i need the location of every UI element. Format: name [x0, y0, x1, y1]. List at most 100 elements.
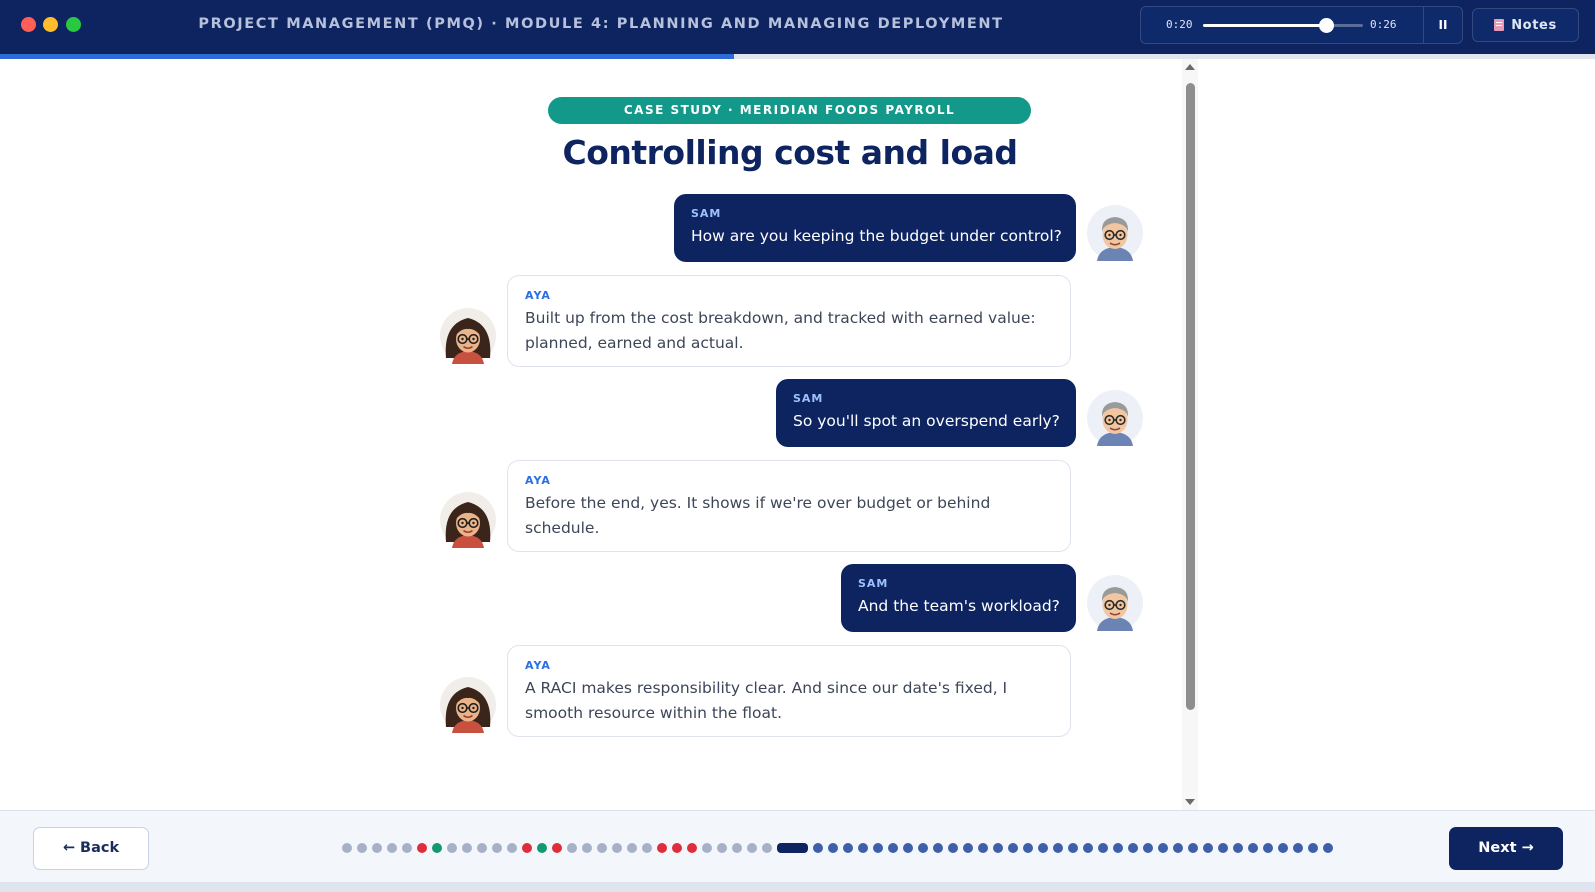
- speaker-name: SAM: [858, 577, 889, 590]
- man-avatar-icon: [1087, 205, 1143, 261]
- slide-dot[interactable]: [447, 843, 457, 853]
- notepad-icon: [1494, 19, 1505, 31]
- slide-dot[interactable]: [582, 843, 592, 853]
- slide-dot[interactable]: [1008, 843, 1018, 853]
- total-time: 0:26: [1370, 18, 1397, 31]
- slide-dot[interactable]: [432, 843, 442, 853]
- slide-dot[interactable]: [858, 843, 868, 853]
- man-avatar-icon: [1087, 390, 1143, 446]
- slide-dot[interactable]: [993, 843, 1003, 853]
- minimize-window-button[interactable]: [43, 17, 58, 32]
- slide-dot[interactable]: [1233, 843, 1243, 853]
- current-time: 0:20: [1166, 18, 1193, 31]
- woman-avatar-icon: [440, 677, 496, 733]
- back-button[interactable]: ← Back: [33, 827, 149, 870]
- slide-dot[interactable]: [1068, 843, 1078, 853]
- chat-message: How are you keeping the budget under con…: [691, 227, 1062, 245]
- aya-avatar: [440, 492, 496, 548]
- scroll-up-arrow-icon[interactable]: [1185, 64, 1195, 70]
- slide-dot[interactable]: [1218, 843, 1228, 853]
- slide-dot[interactable]: [1323, 843, 1333, 853]
- slide-dot[interactable]: [1038, 843, 1048, 853]
- slide-dot[interactable]: [1128, 843, 1138, 853]
- slide-dot[interactable]: [843, 843, 853, 853]
- slide-dot[interactable]: [387, 843, 397, 853]
- slide-dot[interactable]: [1158, 843, 1168, 853]
- slide-dot[interactable]: [948, 843, 958, 853]
- slide-dot[interactable]: [477, 843, 487, 853]
- slide-dot[interactable]: [963, 843, 973, 853]
- sam-avatar: [1087, 390, 1143, 446]
- scrollbar-thumb[interactable]: [1186, 83, 1195, 710]
- slide-dot[interactable]: [717, 843, 727, 853]
- slide-dot[interactable]: [627, 843, 637, 853]
- aya-avatar: [440, 677, 496, 733]
- current-slide-dot[interactable]: [777, 843, 808, 853]
- case-study-badge: CASE STUDY · MERIDIAN FOODS PAYROLL: [548, 97, 1031, 124]
- slide-dot[interactable]: [552, 843, 562, 853]
- close-window-button[interactable]: [21, 17, 36, 32]
- chat-message: So you'll spot an overspend early?: [793, 412, 1060, 430]
- slide-dot[interactable]: [702, 843, 712, 853]
- slide-dot[interactable]: [1263, 843, 1273, 853]
- slide-dot[interactable]: [1098, 843, 1108, 853]
- slide-dot[interactable]: [372, 843, 382, 853]
- slide-dot[interactable]: [672, 843, 682, 853]
- slide-dot[interactable]: [933, 843, 943, 853]
- pause-button[interactable]: II: [1423, 7, 1462, 43]
- slide-dot[interactable]: [1278, 843, 1288, 853]
- slide-dot[interactable]: [813, 843, 823, 853]
- slide-dot[interactable]: [492, 843, 502, 853]
- next-button[interactable]: Next →: [1449, 827, 1563, 870]
- slide-progress-dots: [342, 843, 1333, 853]
- vertical-scrollbar[interactable]: [1182, 59, 1198, 810]
- slide-dot[interactable]: [597, 843, 607, 853]
- slide-dot[interactable]: [873, 843, 883, 853]
- slide-dot[interactable]: [1173, 843, 1183, 853]
- slide-dot[interactable]: [978, 843, 988, 853]
- slide-dot[interactable]: [1113, 843, 1123, 853]
- slide-dot[interactable]: [888, 843, 898, 853]
- slide-dot[interactable]: [747, 843, 757, 853]
- slide-dot[interactable]: [1308, 843, 1318, 853]
- slide-dot[interactable]: [417, 843, 427, 853]
- slide-dot[interactable]: [903, 843, 913, 853]
- maximize-window-button[interactable]: [66, 17, 81, 32]
- slide-dot[interactable]: [828, 843, 838, 853]
- audio-seek-handle[interactable]: [1319, 18, 1335, 33]
- slide-dot[interactable]: [537, 843, 547, 853]
- window-bottom-edge: [0, 882, 1595, 892]
- slide-dot[interactable]: [732, 843, 742, 853]
- slide-dot[interactable]: [1083, 843, 1093, 853]
- scroll-down-arrow-icon[interactable]: [1185, 799, 1195, 805]
- slide-dot[interactable]: [402, 843, 412, 853]
- slide-dot[interactable]: [1053, 843, 1063, 853]
- slide-dot[interactable]: [1293, 843, 1303, 853]
- slide-dot[interactable]: [507, 843, 517, 853]
- audio-seek-bar[interactable]: [1203, 18, 1363, 33]
- notes-label: Notes: [1511, 17, 1557, 33]
- slide-dot[interactable]: [1143, 843, 1153, 853]
- slide-title: Controlling cost and load: [562, 133, 1018, 172]
- slide-dot[interactable]: [762, 843, 772, 853]
- notes-button[interactable]: Notes: [1472, 8, 1579, 42]
- slide-dot[interactable]: [357, 843, 367, 853]
- slide-dot[interactable]: [522, 843, 532, 853]
- slide-dot[interactable]: [1248, 843, 1258, 853]
- slide-dot[interactable]: [1203, 843, 1213, 853]
- slide-dot[interactable]: [1023, 843, 1033, 853]
- slide-dot[interactable]: [657, 843, 667, 853]
- slide-dot[interactable]: [918, 843, 928, 853]
- slide-dot[interactable]: [1188, 843, 1198, 853]
- slide-dot[interactable]: [342, 843, 352, 853]
- slide-dot[interactable]: [687, 843, 697, 853]
- chat-bubble-sam: SAM So you'll spot an overspend early?: [776, 379, 1076, 447]
- chat-bubble-sam: SAM How are you keeping the budget under…: [674, 194, 1076, 262]
- slide-dot[interactable]: [567, 843, 577, 853]
- slide-dot[interactable]: [462, 843, 472, 853]
- title-bar: PROJECT MANAGEMENT (PMQ) · MODULE 4: PLA…: [0, 0, 1595, 54]
- chat-bubble-aya: AYA Before the end, yes. It shows if we'…: [507, 460, 1071, 552]
- sam-avatar: [1087, 575, 1143, 631]
- slide-dot[interactable]: [642, 843, 652, 853]
- slide-dot[interactable]: [612, 843, 622, 853]
